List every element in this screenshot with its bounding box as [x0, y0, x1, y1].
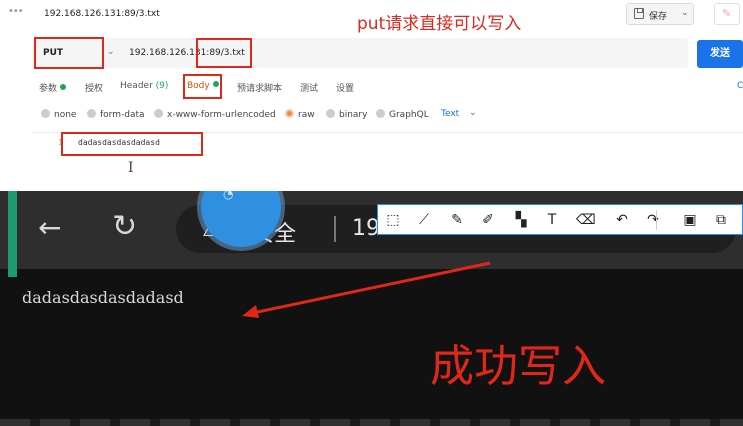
radio-label: x-www-form-urlencoded: [167, 110, 276, 120]
copy-icon[interactable]: ⧉: [712, 211, 730, 229]
tab-params-label: 参数: [39, 84, 58, 94]
radio-label: form-data: [100, 110, 145, 120]
save-icon[interactable]: ▣: [681, 211, 699, 229]
radio-binary[interactable]: binary: [326, 109, 367, 120]
radio-circle: [154, 109, 163, 118]
polyline-icon[interactable]: ⟋: [415, 211, 433, 229]
annotation-box-url: [196, 38, 252, 68]
annotation-success-note: 成功写入: [430, 341, 606, 392]
pencil-icon: ✎: [722, 7, 732, 20]
annotation-toolbar: ⬚ ⟋ ✎ ✐ ▚ T ⌫ ↶ ↷ ▣ ⧉: [377, 204, 743, 235]
divider: [334, 216, 336, 242]
api-client-panel: ••• 192.168.126.131:89/3.txt 保存 ⌄ ✎ put请…: [0, 0, 743, 191]
status-dot: [60, 84, 67, 90]
bubble-icon: ◔: [223, 191, 234, 201]
annotation-box-body-tab: [183, 74, 222, 99]
tab-auth[interactable]: 授权: [85, 81, 103, 94]
pen-icon[interactable]: ✎: [448, 211, 466, 229]
eraser-icon[interactable]: ⌫: [576, 211, 596, 229]
text-tool-icon[interactable]: T: [543, 211, 561, 229]
radio-graphql[interactable]: GraphQL: [376, 109, 429, 120]
header-count-badge: (9): [155, 81, 169, 91]
annotation-arrow: [242, 261, 491, 318]
back-arrow-icon[interactable]: ←: [38, 211, 61, 244]
radio-circle: [376, 109, 385, 118]
reload-icon[interactable]: ↻: [112, 209, 137, 244]
tab-tests[interactable]: 测试: [300, 81, 318, 94]
radio-label: binary: [339, 110, 368, 120]
tab-header[interactable]: Header (9): [120, 81, 168, 91]
annotation-put-note: put请求直接可以写入: [357, 14, 522, 34]
annotation-box-method: [34, 37, 104, 69]
floppy-icon: [634, 8, 644, 19]
tab-pre-request-script[interactable]: 预请求脚本: [237, 81, 282, 94]
chevron-down-icon: ⌄: [107, 47, 115, 57]
radio-circle: [87, 109, 96, 118]
toolbar-divider: [656, 210, 657, 230]
browser-result-panel: ← ↻ ⚠ 不安全 19 ◔ ⬚ ⟋ ✎ ✐ ▚ T ⌫ ↶ ↷ ▣ ⧉ dad…: [0, 191, 743, 426]
radio-label: none: [54, 110, 77, 120]
mosaic-icon[interactable]: ▚: [512, 211, 530, 229]
arrow-head: [242, 305, 259, 318]
raw-format-select[interactable]: Text: [441, 109, 459, 119]
request-bar: PUT ⌄ 192.168.126.131:89/3.txt: [32, 38, 688, 68]
chevron-down-icon[interactable]: ⌄: [469, 108, 477, 118]
marker-icon[interactable]: ✐: [479, 211, 497, 229]
radio-label: GraphQL: [389, 110, 429, 120]
save-button[interactable]: 保存 ⌄: [626, 3, 694, 25]
annotation-box-editor: [61, 132, 203, 156]
address-text[interactable]: 19: [352, 216, 380, 241]
radio-label: raw: [298, 110, 315, 120]
text-cursor-icon: I: [128, 160, 134, 176]
edit-button[interactable]: ✎: [714, 3, 740, 25]
more-dots-icon[interactable]: •••: [8, 6, 24, 17]
send-button[interactable]: 发送: [697, 40, 743, 68]
side-strip: [8, 191, 17, 277]
page-body-text: dadasdasdasdadasd: [22, 288, 184, 307]
arrow-line: [247, 261, 491, 316]
redo-icon[interactable]: ↷: [644, 211, 662, 229]
request-tab-title[interactable]: 192.168.126.131:89/3.txt: [44, 9, 160, 19]
radio-raw[interactable]: raw: [285, 109, 315, 120]
radio-none[interactable]: none: [41, 109, 76, 120]
save-label: 保存: [649, 12, 668, 22]
tab-header-label: Header: [120, 81, 153, 91]
undo-icon[interactable]: ↶: [613, 211, 631, 229]
radio-circle: [41, 109, 50, 118]
cropped-text-row: [0, 419, 743, 426]
radio-circle: [326, 109, 335, 118]
radio-x-www-form-urlencoded[interactable]: x-www-form-urlencoded: [154, 109, 276, 120]
tab-overflow[interactable]: C: [737, 81, 743, 91]
tab-params[interactable]: 参数: [39, 81, 67, 94]
radio-form-data[interactable]: form-data: [87, 109, 145, 120]
radio-circle-selected: [285, 109, 294, 118]
crop-icon[interactable]: ⬚: [384, 211, 402, 229]
chevron-down-icon: ⌄: [681, 8, 689, 18]
tab-settings[interactable]: 设置: [336, 81, 354, 94]
